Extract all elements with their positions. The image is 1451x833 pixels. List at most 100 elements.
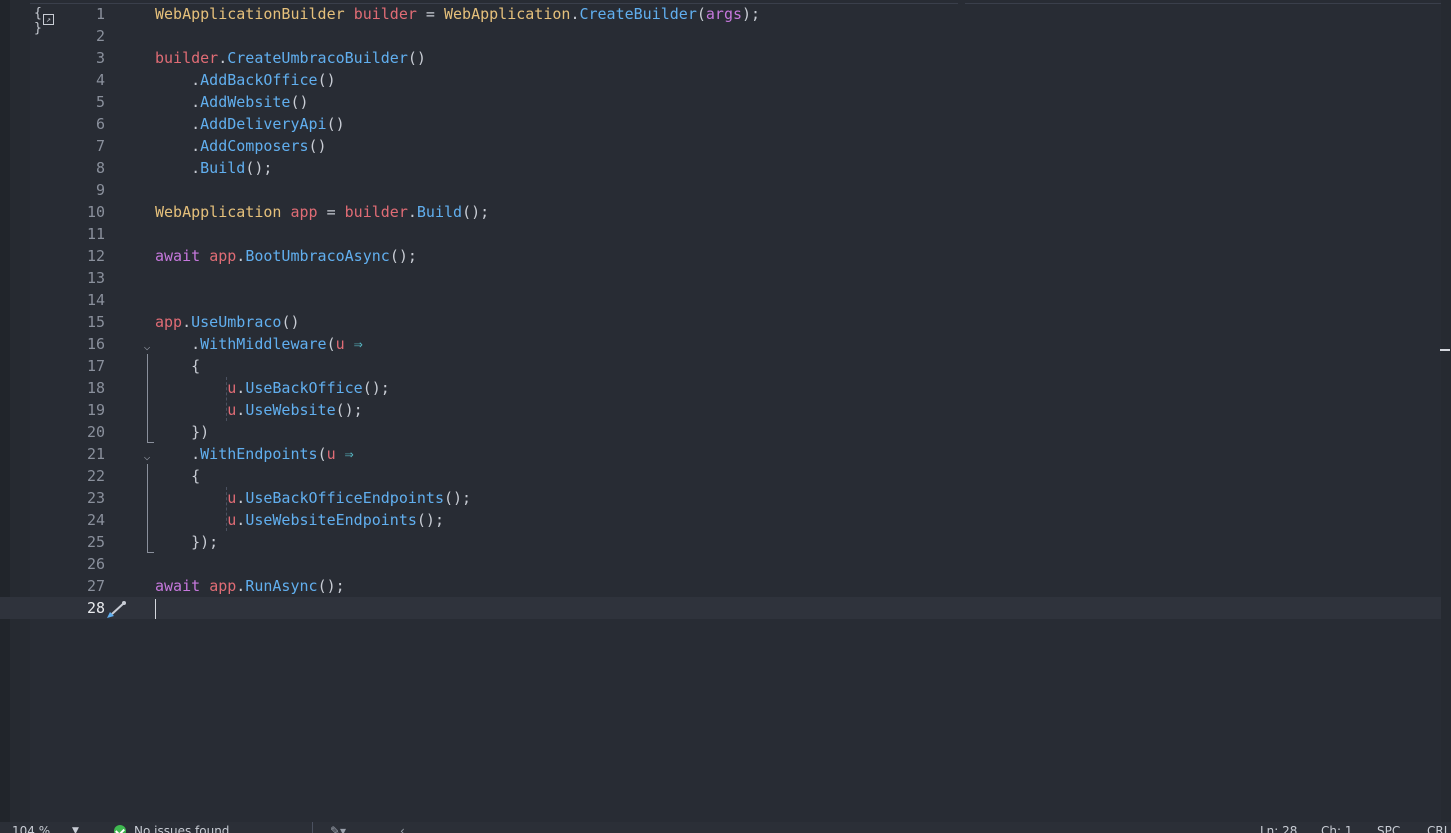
line-number: 9 xyxy=(95,181,105,199)
code-line[interactable]: 23 u.UseBackOfficeEndpoints(); xyxy=(0,487,1441,509)
whitespace-status[interactable]: SPC xyxy=(1377,824,1400,833)
code-text: await app.BootUmbracoAsync(); xyxy=(155,245,417,267)
line-number: 5 xyxy=(95,93,105,111)
code-line[interactable]: 5 .AddWebsite() xyxy=(0,91,1441,113)
code-token: () xyxy=(281,313,300,331)
chevron-down-icon[interactable]: ▼ xyxy=(72,824,79,833)
code-line[interactable]: 1 WebApplicationBuilder builder = WebAppl… xyxy=(0,3,1441,25)
code-line[interactable]: 2 xyxy=(0,25,1441,47)
chevron-left-icon[interactable]: ‹ xyxy=(400,824,405,833)
code-line[interactable]: 4 .AddBackOffice() xyxy=(0,69,1441,91)
code-token: () xyxy=(290,93,309,111)
line-number: 6 xyxy=(95,115,105,133)
code-line[interactable]: 25 }); xyxy=(0,531,1441,553)
code-line[interactable]: 17 { xyxy=(0,355,1441,377)
code-token: UseBackOfficeEndpoints xyxy=(245,489,444,507)
code-token: UseBackOffice xyxy=(245,379,363,397)
code-token: WithEndpoints xyxy=(200,445,318,463)
line-number: 4 xyxy=(95,71,105,89)
line-number: 2 xyxy=(95,27,105,45)
issues-status[interactable]: No issues found xyxy=(134,824,229,833)
line-number: 8 xyxy=(95,159,105,177)
code-token: AddDeliveryApi xyxy=(200,115,327,133)
line-number: 22 xyxy=(86,467,105,485)
code-line[interactable]: 8 .Build(); xyxy=(0,157,1441,179)
line-number: 10 xyxy=(86,203,105,221)
code-line[interactable]: 16 .WithMiddleware(u ⇒ xyxy=(0,333,1441,355)
code-token: (); xyxy=(317,577,345,595)
code-line[interactable]: 14 xyxy=(0,289,1441,311)
code-token: . xyxy=(218,49,228,67)
code-line[interactable]: 6 .AddDeliveryApi() xyxy=(0,113,1441,135)
code-line[interactable]: 20 }) xyxy=(0,421,1441,443)
code-line[interactable]: 3 builder.CreateUmbracoBuilder() xyxy=(0,47,1441,69)
line-number: 12 xyxy=(86,247,105,265)
line-number: 23 xyxy=(86,489,105,507)
code-line[interactable]: 13 xyxy=(0,267,1441,289)
code-token: . xyxy=(236,401,246,419)
code-token: () xyxy=(326,115,345,133)
line-ending-status[interactable]: CRLF xyxy=(1427,824,1451,833)
code-text: WebApplication app = builder.Build(); xyxy=(155,201,489,223)
code-token: { xyxy=(155,357,201,375)
code-token: builder xyxy=(353,5,417,23)
line-number: 20 xyxy=(86,423,105,441)
code-text: .AddBackOffice() xyxy=(155,69,336,91)
vertical-scrollbar[interactable] xyxy=(1440,0,1451,822)
line-number-status[interactable]: Ln: 28 xyxy=(1260,824,1297,833)
code-line[interactable]: 11 xyxy=(0,223,1441,245)
code-line[interactable]: 12 await app.BootUmbracoAsync(); xyxy=(0,245,1441,267)
code-text: builder.CreateUmbracoBuilder() xyxy=(155,47,426,69)
code-token: BootUmbracoAsync xyxy=(245,247,390,265)
code-line[interactable]: 7 .AddComposers() xyxy=(0,135,1441,157)
line-number: 25 xyxy=(86,533,105,551)
code-text: u.UseBackOfficeEndpoints(); xyxy=(155,487,471,509)
line-number: 14 xyxy=(86,291,105,309)
code-token: app xyxy=(209,577,237,595)
code-cleanup-brush-icon[interactable] xyxy=(104,599,128,621)
code-token: ⇒ xyxy=(344,445,354,463)
code-token: Build xyxy=(416,203,463,221)
code-token: (); xyxy=(245,159,273,177)
code-line[interactable]: 18 u.UseBackOffice(); xyxy=(0,377,1441,399)
code-token: . xyxy=(155,71,201,89)
line-number: 3 xyxy=(95,49,105,67)
code-cleanup-brush-icon[interactable]: ✎▾ xyxy=(330,824,346,833)
code-token: . xyxy=(155,445,201,463)
code-line[interactable]: 21 .WithEndpoints(u ⇒ xyxy=(0,443,1441,465)
char-number-status[interactable]: Ch: 1 xyxy=(1321,824,1352,833)
code-token: . xyxy=(155,159,201,177)
code-line[interactable]: 19 u.UseWebsite(); xyxy=(0,399,1441,421)
code-token: AddComposers xyxy=(200,137,309,155)
fold-range-end xyxy=(147,552,154,553)
code-token: ( xyxy=(696,5,706,23)
zoom-level[interactable]: 104 % xyxy=(12,824,50,833)
code-line[interactable]: 27 await app.RunAsync(); xyxy=(0,575,1441,597)
code-line[interactable]: 24 u.UseWebsiteEndpoints(); xyxy=(0,509,1441,531)
code-token: = xyxy=(416,5,444,23)
indent-guide xyxy=(226,487,227,531)
code-token: UseUmbraco xyxy=(191,313,282,331)
code-token: . xyxy=(182,313,192,331)
code-line[interactable]: 15 app.UseUmbraco() xyxy=(0,311,1441,333)
code-token: = xyxy=(317,203,345,221)
line-number: 15 xyxy=(86,313,105,331)
code-line[interactable]: 22 { xyxy=(0,465,1441,487)
code-text: u.UseWebsite(); xyxy=(155,399,362,421)
code-token: u xyxy=(227,511,237,529)
code-line[interactable]: 26 xyxy=(0,553,1441,575)
code-text: }); xyxy=(155,531,218,553)
code-text: }) xyxy=(155,421,209,443)
fold-range-end xyxy=(147,442,154,443)
code-token: WebApplication xyxy=(155,203,282,221)
code-line[interactable]: 9 xyxy=(0,179,1441,201)
code-line[interactable]: 28 xyxy=(0,597,1441,619)
code-line[interactable]: 10 WebApplication app = builder.Build(); xyxy=(0,201,1441,223)
code-text: u.UseWebsiteEndpoints(); xyxy=(155,509,444,531)
scrollbar-caret-marker xyxy=(1440,349,1450,351)
code-token: ⇒ xyxy=(353,335,363,353)
code-token: () xyxy=(317,71,336,89)
